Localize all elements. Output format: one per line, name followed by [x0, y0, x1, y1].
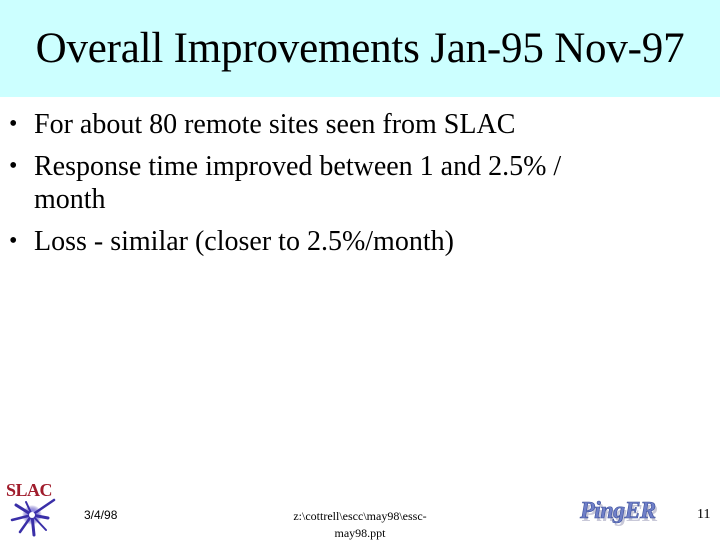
slide-title: Overall Improvements Jan-95 Nov-97 — [35, 25, 685, 72]
bullet-text: For about 80 remote sites seen from SLAC — [34, 109, 516, 140]
bullet-item: • Loss - similar (closer to 2.5%/month) — [0, 225, 654, 258]
page-number: 11 — [697, 507, 711, 522]
bullet-item: • For about 80 remote sites seen from SL… — [0, 108, 654, 141]
footer-file-path: z:\cottrell\escc\may98\essc- may98.ppt — [262, 508, 458, 542]
pinger-logo-icon: PingER PingER — [578, 496, 668, 528]
footer-path-line-2: may98.ppt — [334, 526, 386, 540]
bullet-list: • For about 80 remote sites seen from SL… — [0, 108, 700, 267]
pinger-logo-text: PingER — [580, 498, 657, 525]
bullet-icon: • — [9, 228, 18, 254]
title-band: Overall Improvements Jan-95 Nov-97 — [0, 0, 720, 97]
bullet-text: Response time improved between 1 and 2.5… — [34, 151, 562, 215]
bullet-item: • Response time improved between 1 and 2… — [0, 150, 654, 216]
footer-path-line-1: z:\cottrell\escc\may98\essc- — [293, 509, 427, 523]
bullet-icon: • — [9, 153, 18, 179]
slac-logo-text: SLAC — [6, 480, 53, 500]
footer-date: 3/4/98 — [84, 508, 118, 522]
bullet-text: Loss - similar (closer to 2.5%/month) — [34, 226, 454, 257]
bullet-icon: • — [9, 111, 18, 137]
slac-logo-icon: SLAC — [2, 478, 62, 538]
